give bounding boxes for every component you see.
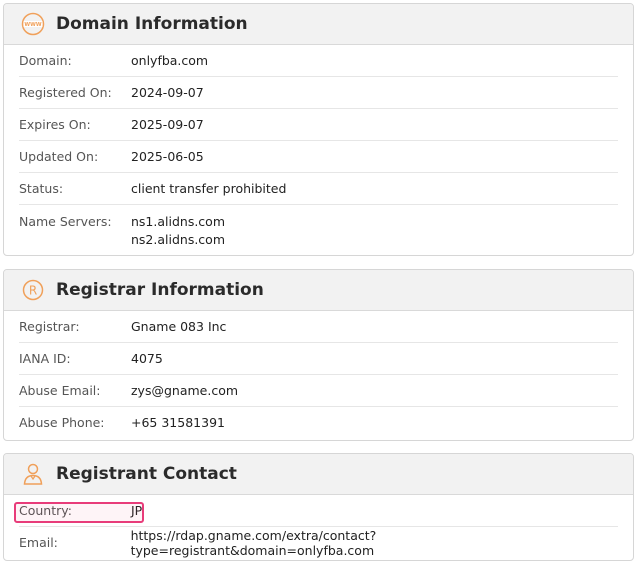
updated-on-label: Updated On: [19,149,99,164]
iana-id-row: IANA ID: 4075 [19,343,618,375]
registrant-contact-header: Registrant Contact [4,454,633,495]
registered-icon: R [20,277,46,303]
updated-on-value: 2025-06-05 [131,149,204,164]
expires-on-label: Expires On: [19,117,91,132]
expires-on-value: 2025-09-07 [131,117,204,132]
expires-on-row: Expires On: 2025-09-07 [19,109,618,141]
registrar-information-title: Registrar Information [56,280,264,300]
name-servers-row: Name Servers: ns1.alidns.com ns2.alidns.… [19,205,618,255]
iana-id-value: 4075 [131,351,163,366]
registrar-value: Gname 083 Inc [131,319,227,334]
svg-text:R: R [29,284,37,298]
name-servers-value: ns1.alidns.com ns2.alidns.com [131,213,225,249]
abuse-email-value[interactable]: zys@gname.com [131,383,238,398]
domain-row: Domain: onlyfba.com [19,45,618,77]
email-row: Email: https://rdap.gname.com/extra/cont… [19,527,618,558]
registered-on-value: 2024-09-07 [131,85,204,100]
registered-on-row: Registered On: 2024-09-07 [19,77,618,109]
updated-on-row: Updated On: 2025-06-05 [19,141,618,173]
name-server-1: ns1.alidns.com [131,214,226,229]
abuse-email-row: Abuse Email: zys@gname.com [19,375,618,407]
abuse-phone-row: Abuse Phone: +65 31581391 [19,407,618,438]
registrant-contact-title: Registrant Contact [56,464,237,484]
country-highlight-box [14,502,144,523]
status-row: Status: client transfer prohibited [19,173,618,205]
email-value[interactable]: https://rdap.gname.com/extra/contact?typ… [131,528,618,558]
domain-value: onlyfba.com [131,53,209,68]
name-servers-label: Name Servers: [19,214,112,229]
iana-id-label: IANA ID: [19,351,71,366]
abuse-phone-label: Abuse Phone: [19,415,105,430]
person-icon [20,461,46,487]
name-server-2: ns2.alidns.com [131,232,226,247]
registered-on-label: Registered On: [19,85,112,100]
domain-information-header: WWW Domain Information [4,4,633,45]
domain-label: Domain: [19,53,72,68]
registrar-label: Registrar: [19,319,80,334]
abuse-email-label: Abuse Email: [19,383,101,398]
domain-information-card: WWW Domain Information Domain: onlyfba.c… [3,3,634,256]
domain-information-title: Domain Information [56,14,248,34]
email-label: Email: [19,535,58,550]
status-label: Status: [19,181,64,196]
registrar-information-card: R Registrar Information Registrar: Gname… [3,269,634,441]
www-icon: WWW [20,11,46,37]
abuse-phone-value: +65 31581391 [131,415,225,430]
registrar-information-header: R Registrar Information [4,270,633,311]
status-value: client transfer prohibited [131,181,287,196]
svg-text:WWW: WWW [24,22,41,28]
registrar-row: Registrar: Gname 083 Inc [19,311,618,343]
